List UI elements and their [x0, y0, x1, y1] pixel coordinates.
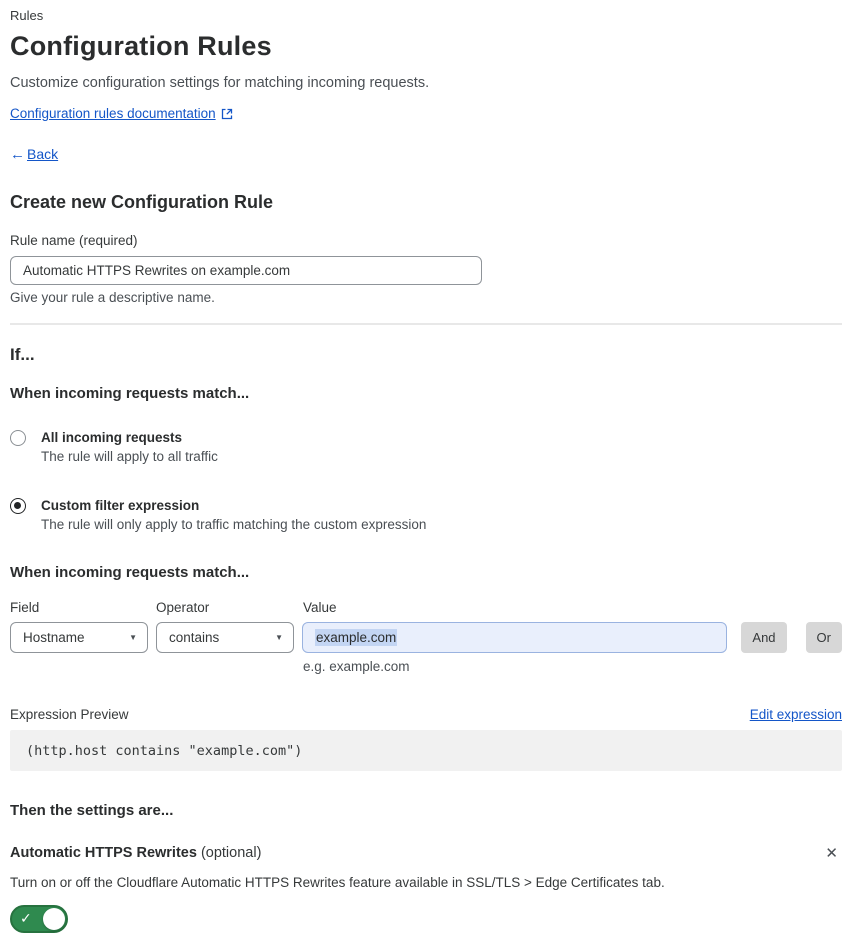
expression-code: (http.host contains "example.com"): [26, 742, 303, 759]
back-link-row: ← Back: [10, 146, 842, 163]
expression-builder-row: Hostname ▼ contains ▼ example.com And Or: [10, 622, 842, 653]
and-button[interactable]: And: [741, 622, 787, 653]
radio-description: The rule will apply to all traffic: [41, 449, 218, 464]
or-button[interactable]: Or: [805, 622, 842, 653]
value-help-text: e.g. example.com: [303, 659, 410, 674]
setting-description: Turn on or off the Cloudflare Automatic …: [10, 875, 665, 890]
expression-builder-labels: Field Operator Value: [10, 600, 842, 616]
expression-preview-label: Expression Preview: [10, 707, 129, 722]
setting-header-row: Automatic HTTPS Rewrites (optional) ✕: [10, 844, 842, 862]
page-subtitle: Customize configuration settings for mat…: [10, 75, 430, 91]
documentation-link[interactable]: Configuration rules documentation: [10, 106, 216, 122]
field-select[interactable]: Hostname ▼: [10, 622, 148, 653]
operator-label: Operator: [156, 600, 210, 615]
close-icon[interactable]: ✕: [821, 846, 842, 862]
expression-builder-heading: When incoming requests match...: [10, 564, 250, 581]
radio-label: Custom filter expression: [41, 498, 200, 513]
check-icon: ✓: [20, 910, 32, 927]
value-input-text: example.com: [315, 629, 398, 646]
automatic-https-rewrites-toggle[interactable]: ✓: [10, 905, 68, 933]
create-rule-heading: Create new Configuration Rule: [10, 192, 274, 212]
edit-expression-link[interactable]: Edit expression: [750, 707, 842, 722]
operator-select[interactable]: contains ▼: [156, 622, 294, 653]
operator-select-value: contains: [169, 630, 220, 645]
radio-description: The rule will only apply to traffic matc…: [41, 517, 427, 532]
value-input[interactable]: example.com: [302, 622, 728, 653]
value-label: Value: [303, 600, 337, 615]
setting-optional-label: (optional): [196, 845, 262, 861]
field-select-value: Hostname: [23, 630, 85, 645]
radio-button-icon[interactable]: [10, 430, 26, 446]
then-settings-heading: Then the settings are...: [10, 802, 174, 819]
field-label: Field: [10, 600, 40, 615]
chevron-down-icon: ▼: [275, 633, 283, 642]
when-match-heading: When incoming requests match...: [10, 385, 250, 402]
setting-name-bold: Automatic HTTPS Rewrites: [10, 845, 197, 861]
rule-name-label: Rule name (required): [10, 233, 138, 248]
back-arrow-icon: ←: [10, 146, 25, 163]
radio-option-all-requests[interactable]: All incoming requests The rule will appl…: [10, 429, 842, 466]
expression-preview-row: Expression Preview Edit expression: [10, 707, 842, 722]
back-link[interactable]: Back: [27, 146, 58, 163]
radio-label: All incoming requests: [41, 430, 183, 445]
radio-button-icon[interactable]: [10, 498, 26, 514]
radio-option-custom-filter[interactable]: Custom filter expression The rule will o…: [10, 497, 842, 534]
documentation-link-row: Configuration rules documentation: [10, 106, 842, 122]
expression-preview-box: (http.host contains "example.com"): [10, 730, 842, 771]
section-divider: [10, 323, 842, 325]
breadcrumb: Rules: [10, 8, 44, 23]
setting-name: Automatic HTTPS Rewrites (optional): [10, 844, 261, 862]
chevron-down-icon: ▼: [129, 633, 137, 642]
rule-name-input[interactable]: [10, 256, 482, 285]
external-link-icon: [221, 108, 233, 120]
configuration-rules-page: Rules Configuration Rules Customize conf…: [0, 0, 852, 943]
page-title: Configuration Rules: [10, 31, 272, 61]
rule-name-help: Give your rule a descriptive name.: [10, 290, 215, 305]
if-heading: If...: [10, 345, 35, 364]
toggle-knob: [43, 908, 65, 930]
